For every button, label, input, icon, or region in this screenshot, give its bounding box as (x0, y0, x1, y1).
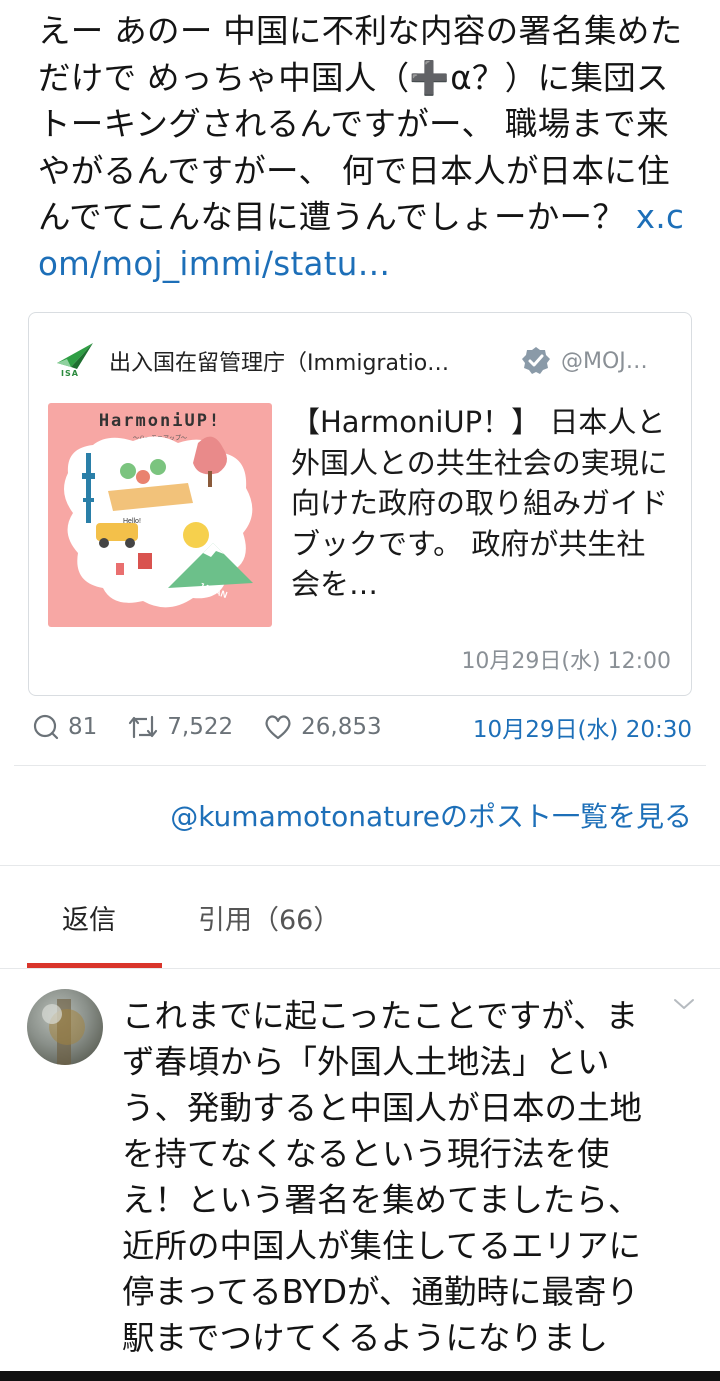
repost-button[interactable]: 7,522 (127, 713, 233, 741)
thumbnail-illustration: JAPAN Hello! (64, 436, 253, 608)
avatar[interactable] (27, 989, 103, 1065)
system-bottom-bar (0, 1371, 720, 1381)
divider (0, 865, 720, 866)
quoted-post-header: ISA 出入国在留管理庁（Immigratio… @MOJ… (55, 343, 661, 379)
like-icon (265, 715, 291, 740)
reply-count: 81 (68, 714, 98, 740)
tab-quotes[interactable]: 引用（66） (198, 898, 340, 937)
quoted-author-handle[interactable]: @MOJ… (561, 349, 661, 374)
paper-plane-logo-icon: ISA (55, 341, 95, 381)
action-bar: 81 7,522 26,853 10月29日(水) 20:30 (32, 708, 692, 746)
chevron-down-icon[interactable] (672, 996, 696, 1012)
quoted-thumbnail[interactable]: HarmoniUP! 〜ハーモニアップ〜 JAPAN Hello! (48, 403, 272, 627)
tab-replies[interactable]: 返信 (62, 898, 116, 937)
quoted-author-name[interactable]: 出入国在留管理庁（Immigratio… (109, 345, 509, 377)
reply-icon (33, 714, 59, 740)
like-button[interactable]: 26,853 (263, 713, 382, 741)
quoted-post-body: 【HarmoniUP！】 日本人と外国人との共生社会の実現に向けた政府の取り組み… (291, 405, 669, 601)
thumbnail-sign: Hello! (123, 518, 141, 525)
post-text: えー あのー 中国に不利な内容の署名集めただけで めっちゃ中国人（➕α？）に集団… (38, 8, 688, 287)
repost-icon (129, 715, 158, 739)
verified-badge-icon (522, 347, 550, 374)
like-count: 26,853 (301, 714, 382, 740)
reply-button[interactable]: 81 (32, 713, 97, 741)
post-timestamp[interactable]: 10月29日(水) 20:30 (473, 710, 692, 744)
quoted-post-card[interactable]: ISA 出入国在留管理庁（Immigratio… @MOJ… HarmoniUP… (28, 312, 692, 696)
divider (14, 765, 706, 766)
quoted-post-time[interactable]: 10月29日(水) 12:00 (461, 643, 671, 675)
divider (0, 968, 720, 969)
post-body: えー あのー 中国に不利な内容の署名集めただけで めっちゃ中国人（➕α？）に集団… (38, 12, 683, 236)
view-user-posts-link[interactable]: @kumamotonatureのポスト一覧を見る (170, 795, 692, 835)
repost-count: 7,522 (167, 714, 234, 740)
reply-text: これまでに起こったことですが、まず春頃から「外国人土地法」という、発動すると中国… (122, 997, 643, 1357)
logo-text: ISA (61, 369, 79, 378)
avatar-image (42, 999, 85, 1065)
